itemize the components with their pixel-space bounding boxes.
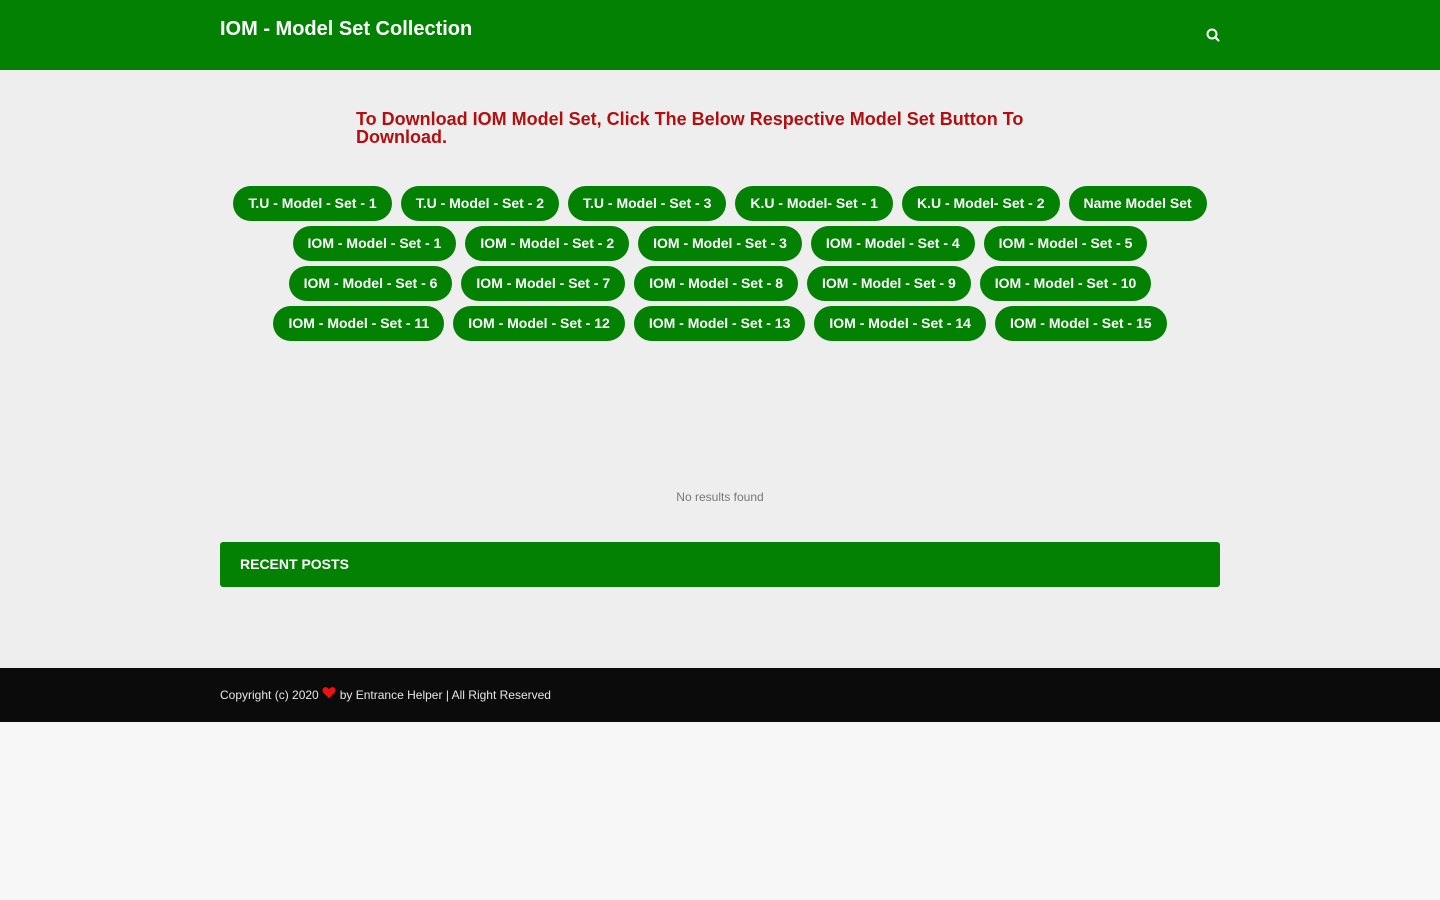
- button-row-4: IOM - Model - Set - 11 IOM - Model - Set…: [0, 306, 1440, 341]
- recent-posts-bar: RECENT POSTS: [220, 542, 1220, 587]
- search-icon[interactable]: [1203, 25, 1223, 45]
- main-content: To Download IOM Model Set, Click The Bel…: [0, 70, 1440, 668]
- download-heading: To Download IOM Model Set, Click The Bel…: [356, 109, 1024, 147]
- button-row-2: IOM - Model - Set - 1 IOM - Model - Set …: [0, 226, 1440, 261]
- model-set-button[interactable]: IOM - Model - Set - 3: [638, 226, 802, 261]
- model-set-button[interactable]: IOM - Model - Set - 12: [453, 306, 625, 341]
- model-set-button[interactable]: T.U - Model - Set - 2: [400, 186, 560, 221]
- author-link[interactable]: Entrance Helper: [356, 688, 443, 702]
- model-set-button[interactable]: T.U - Model - Set - 3: [568, 186, 727, 221]
- model-set-button[interactable]: IOM - Model - Set - 4: [810, 226, 975, 261]
- model-set-button[interactable]: K.U - Model- Set - 2: [901, 186, 1060, 221]
- model-set-button[interactable]: Name Model Set: [1068, 186, 1207, 221]
- model-set-button[interactable]: IOM - Model - Set - 2: [465, 226, 630, 261]
- site-title[interactable]: IOM - Model Set Collection: [220, 17, 472, 41]
- model-set-button[interactable]: IOM - Model - Set - 1: [292, 226, 457, 261]
- copyright-text: Copyright (c) 2020: [220, 688, 319, 702]
- model-set-button[interactable]: IOM - Model - Set - 9: [806, 266, 971, 301]
- model-set-button[interactable]: IOM - Model - Set - 7: [461, 266, 626, 301]
- model-set-button[interactable]: IOM - Model - Set - 6: [288, 266, 453, 301]
- button-row-3: IOM - Model - Set - 6 IOM - Model - Set …: [0, 266, 1440, 301]
- model-set-button[interactable]: IOM - Model - Set - 14: [814, 306, 986, 341]
- rights-text: | All Right Reserved: [445, 688, 551, 702]
- heart-icon: [322, 686, 336, 703]
- model-set-button[interactable]: IOM - Model - Set - 10: [979, 266, 1152, 301]
- model-set-button[interactable]: IOM - Model - Set - 15: [994, 306, 1167, 341]
- model-set-button[interactable]: IOM - Model - Set - 13: [633, 306, 806, 341]
- footer-copyright: Copyright (c) 2020 by Entrance Helper | A…: [220, 687, 551, 703]
- model-set-button[interactable]: IOM - Model - Set - 8: [634, 266, 798, 301]
- button-row-1: T.U - Model - Set - 1 T.U - Model - Set …: [0, 186, 1440, 221]
- recent-posts-title: RECENT POSTS: [240, 556, 349, 572]
- top-navbar: IOM - Model Set Collection: [0, 0, 1440, 70]
- no-results-text: No results found: [676, 490, 764, 504]
- model-set-button[interactable]: K.U - Model- Set - 1: [735, 186, 893, 221]
- model-set-button[interactable]: T.U - Model - Set - 1: [233, 186, 392, 221]
- model-set-button[interactable]: IOM - Model - Set - 11: [273, 306, 445, 341]
- model-set-button[interactable]: IOM - Model - Set - 5: [983, 226, 1148, 261]
- footer: Copyright (c) 2020 by Entrance Helper | A…: [0, 668, 1440, 722]
- by-text: by: [339, 688, 353, 702]
